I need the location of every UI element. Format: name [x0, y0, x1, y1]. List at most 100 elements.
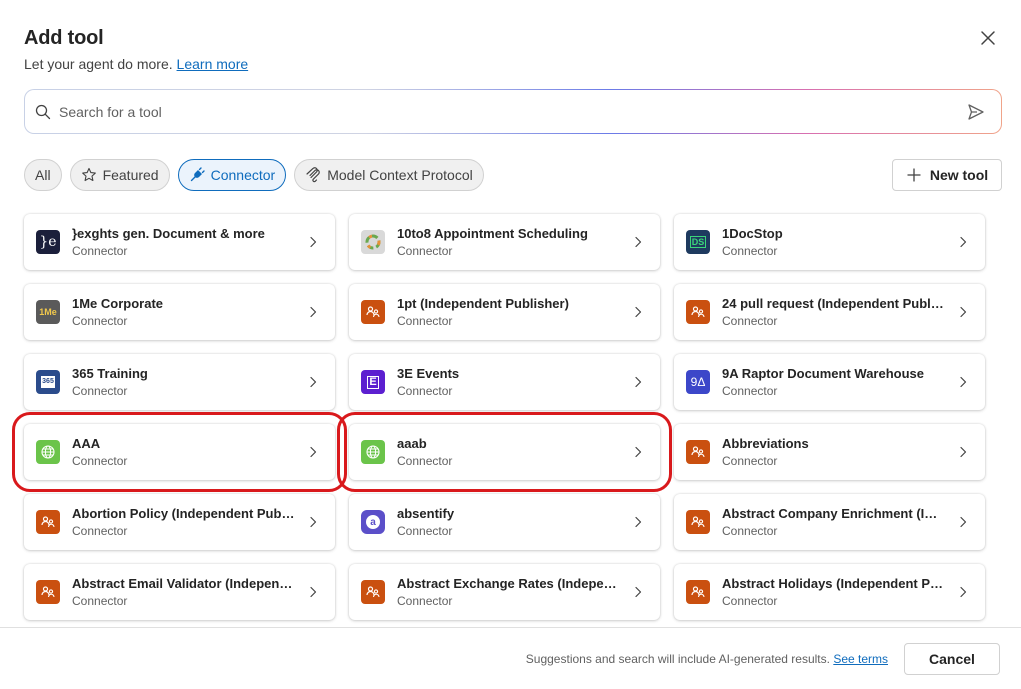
close-button[interactable] [974, 24, 1002, 52]
chevron-right-icon [628, 372, 648, 392]
tool-name: 365 Training [72, 365, 148, 381]
tool-card[interactable]: }e }exghts gen. Document & more Connector [24, 214, 335, 270]
tool-type: Connector [397, 523, 453, 538]
search-input[interactable] [59, 103, 961, 120]
tool-name: 24 pull request (Independent Publisher) [722, 295, 945, 311]
tool-name: Abortion Policy (Independent Publish... [72, 505, 295, 521]
tool-card[interactable]: 24 pull request (Independent Publisher) C… [674, 284, 985, 340]
tool-name: 9A Raptor Document Warehouse [722, 365, 925, 381]
tool-type: Connector [397, 313, 453, 328]
365-training-logo: 365 [36, 370, 60, 394]
tool-type: Connector [722, 453, 778, 468]
chevron-right-icon [953, 232, 973, 252]
tool-card[interactable]: Abstract Holidays (Independent Publisher… [674, 564, 985, 620]
tool-name: }exghts gen. Document & more [72, 225, 265, 241]
tool-card[interactable]: 10to8 Appointment Scheduling Connector [349, 214, 660, 270]
tool-name: 1Me Corporate [72, 295, 164, 311]
chevron-right-icon [953, 582, 973, 602]
tool-type: Connector [722, 383, 778, 398]
new-tool-button[interactable]: New tool [892, 159, 1002, 191]
plus-icon [907, 168, 921, 182]
tool-card[interactable]: 365 365 Training Connector [24, 354, 335, 410]
tool-name: Abstract Company Enrichment (Indepen... [722, 505, 945, 521]
1docstop-logo: DS [686, 230, 710, 254]
filter-label: Connector [210, 167, 276, 183]
tool-card[interactable]: 1Me 1Me Corporate Connector [24, 284, 335, 340]
tool-card[interactable]: Abortion Policy (Independent Publish... C… [24, 494, 335, 550]
tool-name: 3E Events [397, 365, 460, 381]
filter-connector[interactable]: Connector [177, 159, 287, 191]
publisher-icon [686, 580, 710, 604]
tool-type: Connector [397, 243, 453, 258]
chevron-right-icon [628, 232, 648, 252]
chevron-right-icon [303, 512, 323, 532]
tool-card[interactable]: Abstract Exchange Rates (Independen... Co… [349, 564, 660, 620]
filter-featured[interactable]: Featured [69, 159, 170, 191]
tool-text: Abstract Company Enrichment (Indepen... C… [722, 505, 945, 540]
close-icon [981, 31, 995, 45]
tool-type: Connector [72, 523, 128, 538]
tool-name: AAA [72, 435, 101, 451]
tool-text: 3E Events Connector [397, 365, 620, 400]
send-button[interactable] [961, 97, 991, 127]
tool-card[interactable]: a absentify Connector [349, 494, 660, 550]
chevron-right-icon [953, 512, 973, 532]
ai-note-text: Suggestions and search will include AI-g… [525, 652, 830, 666]
search-inner [25, 90, 1001, 133]
tool-type: Connector [722, 593, 778, 608]
tool-card[interactable]: E 3E Events Connector [349, 354, 660, 410]
tool-type: Connector [722, 243, 778, 258]
chevron-right-icon [953, 372, 973, 392]
publisher-icon [686, 300, 710, 324]
tool-card[interactable]: DS 1DocStop Connector [674, 214, 985, 270]
search-box [24, 89, 1002, 134]
chevron-right-icon [303, 372, 323, 392]
publisher-icon [686, 440, 710, 464]
tool-text: }exghts gen. Document & more Connector [72, 225, 295, 260]
filter-mcp[interactable]: Model Context Protocol [294, 159, 484, 191]
chevron-right-icon [303, 302, 323, 322]
tool-name: Abbreviations [722, 435, 809, 451]
tool-text: Abbreviations Connector [722, 435, 945, 470]
new-tool-label: New tool [929, 167, 989, 183]
tool-text: Abstract Holidays (Independent Publisher… [722, 575, 945, 610]
tool-card[interactable]: Abstract Company Enrichment (Indepen... C… [674, 494, 985, 550]
plug-icon [190, 167, 205, 182]
tool-name: Abstract Email Validator (Independent... [72, 575, 295, 591]
send-icon [968, 103, 984, 120]
footer-divider [0, 627, 1021, 628]
tool-type: Connector [722, 523, 778, 538]
tool-name: Abstract Exchange Rates (Independen... [397, 575, 620, 591]
9a-logo: 9Δ [686, 370, 710, 394]
tool-name: 10to8 Appointment Scheduling [397, 225, 588, 241]
tool-name: 1pt (Independent Publisher) [397, 295, 569, 311]
tool-card[interactable]: 9Δ 9A Raptor Document Warehouse Connector [674, 354, 985, 410]
dialog-subtitle: Let your agent do more. Learn more [24, 56, 248, 72]
filter-label: Featured [102, 167, 159, 183]
tool-card[interactable]: aaab Connector [337, 412, 672, 492]
tool-name: 1DocStop [722, 225, 783, 241]
1me-logo: 1Me [36, 300, 60, 324]
chevron-right-icon [628, 442, 648, 462]
tool-type: Connector [397, 383, 453, 398]
chevron-right-icon [303, 582, 323, 602]
je-logo: }e [36, 230, 60, 254]
see-terms-link[interactable]: See terms [833, 652, 888, 666]
tool-card[interactable]: Abbreviations Connector [674, 424, 985, 480]
dialog-title: Add tool [24, 27, 104, 49]
star-icon [81, 167, 96, 182]
publisher-icon [361, 580, 385, 604]
cancel-button[interactable]: Cancel [904, 643, 1000, 675]
publisher-icon [36, 510, 60, 534]
tool-card[interactable]: AAA Connector [12, 412, 347, 492]
tool-text: 365 Training Connector [72, 365, 295, 400]
globe-icon [361, 440, 385, 464]
chevron-right-icon [628, 302, 648, 322]
learn-more-link[interactable]: Learn more [177, 56, 249, 72]
tool-card[interactable]: Abstract Email Validator (Independent...… [24, 564, 335, 620]
tool-type: Connector [722, 313, 778, 328]
publisher-icon [686, 510, 710, 534]
tool-card[interactable]: 1pt (Independent Publisher) Connector [349, 284, 660, 340]
tool-text: 24 pull request (Independent Publisher) C… [722, 295, 945, 330]
filter-all[interactable]: All [24, 159, 62, 191]
